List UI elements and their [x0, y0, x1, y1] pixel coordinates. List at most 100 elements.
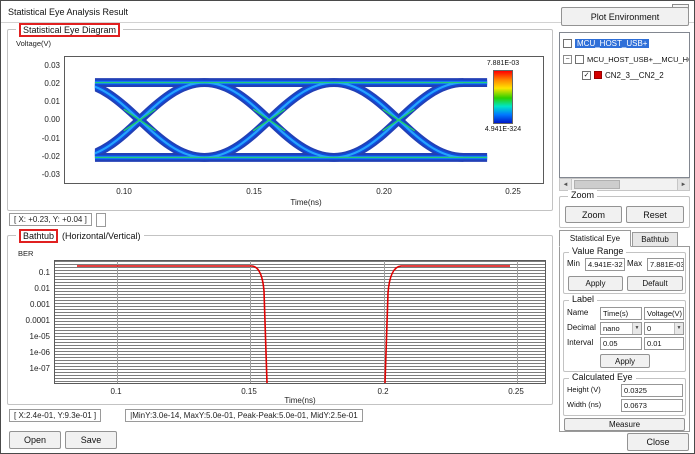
- min-value-field[interactable]: 4.941E-32: [585, 258, 625, 271]
- max-value-field[interactable]: 7.881E-03: [647, 258, 684, 271]
- dropdown-glyph: ▼: [676, 325, 682, 331]
- tree-item-label[interactable]: MCU_HOST_USB+: [575, 38, 650, 48]
- eye-y-tick: -0.02: [41, 152, 60, 161]
- colorbar-max-label: 7.881E-03: [486, 60, 520, 67]
- bathtub-y-tick: 1e-07: [29, 364, 50, 373]
- bathtub-y-tick: 0.001: [29, 300, 50, 309]
- bathtub-x-tick: 0.25: [508, 387, 524, 396]
- tree-item-cn2-3-cn2-2[interactable]: ✓ CN2_3__CN2_2: [560, 67, 689, 83]
- bathtub-label-annotation: Bathtub: [19, 229, 59, 243]
- eye-status-spacer: [95, 213, 106, 227]
- bathtub-group: Bathtub (Horizontal/Vertical) BER 0.1 0.…: [7, 229, 553, 405]
- bathtub-plot-canvas[interactable]: [54, 260, 546, 384]
- bathtub-y-tick: 1e-05: [29, 332, 50, 341]
- tree-checkbox-checked[interactable]: ✓: [582, 70, 591, 80]
- collapse-icon[interactable]: −: [563, 54, 572, 64]
- colorbar: 7.881E-03 4.941E-324: [469, 60, 537, 134]
- bathtub-y-tick: 1e-06: [29, 348, 50, 357]
- label-group: Label Name Time(s) Voltage(V) Decimal na…: [563, 294, 686, 372]
- label-group-label: Label: [569, 294, 598, 304]
- bathtub-curve-graphic: [77, 265, 510, 383]
- bathtub-group-label: Bathtub (Horizontal/Vertical): [16, 229, 144, 243]
- bathtub-cursor-status: [ X:2.4e-01, Y:9.3e-01 ]: [9, 409, 102, 422]
- bathtub-y-tick: 0.1: [38, 268, 50, 277]
- check-glyph: ✓: [583, 71, 590, 79]
- eye-cursor-status: [ X: +0.23, Y: +0.04 ]: [9, 213, 92, 226]
- decimal-y-dropdown[interactable]: 0 ▼: [644, 322, 684, 335]
- bathtub-status-row: [ X:2.4e-01, Y:9.3e-01 ] |MinY:3.0e-14, …: [9, 409, 363, 422]
- calculated-eye-group: Calculated Eye Height (V) 0.0325 Width (…: [563, 372, 686, 416]
- bathtub-stats-status: |MinY:3.0e-14, MaxY:5.0e-01, Peak-Peak:5…: [125, 409, 363, 422]
- open-button[interactable]: Open: [9, 431, 61, 449]
- tree-item-label[interactable]: MCU_HOST_USB+__MCU_HO: [587, 55, 689, 64]
- scroll-right-icon[interactable]: ►: [677, 179, 689, 190]
- dropdown-arrow-icon[interactable]: ▼: [674, 323, 683, 334]
- statistical-eye-analysis-dialog: Statistical Eye Analysis Result ✕ Statis…: [0, 0, 695, 454]
- statistical-eye-tab-panel: Value Range Min 4.941E-32 Max 7.881E-03 …: [559, 246, 690, 432]
- name-label: Name: [567, 308, 589, 317]
- save-button[interactable]: Save: [65, 431, 117, 449]
- zoom-group-label: Zoom: [568, 190, 598, 200]
- value-range-default-button[interactable]: Default: [627, 276, 683, 291]
- scrollbar-track[interactable]: [572, 179, 677, 190]
- bathtub-x-axis-label: Time(ns): [284, 396, 316, 405]
- close-button[interactable]: Close: [627, 433, 689, 451]
- tree-item-mcu-host-usb[interactable]: MCU_HOST_USB+: [560, 35, 689, 51]
- interval-y-field[interactable]: 0.01: [644, 337, 684, 350]
- bathtub-y-tick: 0.01: [34, 284, 50, 293]
- zoom-group: Zoom Zoom Reset: [559, 190, 690, 228]
- bathtub-x-tick: 0.2: [377, 387, 389, 396]
- eye-status-row: [ X: +0.23, Y: +0.04 ]: [9, 213, 106, 227]
- decimal-label: Decimal: [567, 323, 596, 332]
- value-range-group: Value Range Min 4.941E-32 Max 7.881E-03 …: [563, 246, 686, 294]
- bathtub-x-tick: 0.15: [241, 387, 257, 396]
- eye-plot-canvas[interactable]: 7.881E-03 4.941E-324: [64, 56, 544, 184]
- decimal-x-dropdown[interactable]: nano ▼: [600, 322, 642, 335]
- eye-height-label: Height (V): [567, 385, 601, 394]
- eye-x-tick: 0.15: [246, 187, 262, 196]
- eye-diagram-group-label: Statistical Eye Diagram: [16, 23, 124, 37]
- eye-y-tick: 0.03: [44, 61, 60, 70]
- tab-bathtub[interactable]: Bathtub: [632, 232, 678, 247]
- label-apply-button[interactable]: Apply: [600, 354, 650, 368]
- value-range-apply-button[interactable]: Apply: [568, 276, 623, 291]
- name-y-field[interactable]: Voltage(V): [644, 307, 684, 320]
- eye-y-tick: 0.01: [44, 97, 60, 106]
- name-x-field[interactable]: Time(s): [600, 307, 642, 320]
- eye-y-tick: -0.01: [41, 134, 60, 143]
- interval-label: Interval: [567, 338, 594, 347]
- tree-checkbox[interactable]: [575, 54, 584, 64]
- eye-x-tick: 0.10: [116, 187, 132, 196]
- signal-tree: MCU_HOST_USB+ − MCU_HOST_USB+__MCU_HO ✓ …: [559, 32, 690, 178]
- eye-diagram-label-annotation: Statistical Eye Diagram: [19, 23, 121, 37]
- interval-x-field[interactable]: 0.05: [600, 337, 642, 350]
- tree-item-label[interactable]: CN2_3__CN2_2: [605, 71, 664, 80]
- eye-y-tick: 0.00: [44, 115, 60, 124]
- tree-checkbox[interactable]: [563, 38, 572, 48]
- scroll-left-glyph: ◄: [562, 181, 569, 188]
- dropdown-glyph: ▼: [634, 325, 640, 331]
- eye-y-tick: 0.02: [44, 79, 60, 88]
- eye-width-value: 0.0673: [621, 399, 683, 412]
- measure-button[interactable]: Measure: [564, 418, 685, 431]
- plot-environment-button[interactable]: Plot Environment: [561, 7, 689, 26]
- eye-x-tick: 0.20: [376, 187, 392, 196]
- eye-x-tick: 0.25: [505, 187, 521, 196]
- scrollbar-thumb[interactable]: [574, 180, 620, 189]
- bathtub-label-rest: (Horizontal/Vertical): [62, 231, 141, 241]
- eye-diagram-group: Statistical Eye Diagram Voltage(V) 0.03 …: [7, 23, 553, 211]
- colorbar-min-label: 4.941E-324: [484, 126, 522, 133]
- dropdown-arrow-icon[interactable]: ▼: [632, 323, 641, 334]
- eye-y-tick: -0.03: [41, 170, 60, 179]
- reset-button[interactable]: Reset: [626, 206, 684, 223]
- scroll-right-glyph: ►: [680, 181, 687, 188]
- tab-statistical-eye[interactable]: Statistical Eye: [559, 230, 631, 247]
- bathtub-y-tick: 0.0001: [25, 316, 50, 325]
- eye-x-axis-label: Time(ns): [290, 198, 322, 207]
- scroll-left-icon[interactable]: ◄: [560, 179, 572, 190]
- eye-width-label: Width (ns): [567, 400, 602, 409]
- tree-item-mcu-host-usb-pair[interactable]: − MCU_HOST_USB+__MCU_HO: [560, 51, 689, 67]
- zoom-button[interactable]: Zoom: [565, 206, 622, 223]
- window-title: Statistical Eye Analysis Result: [8, 6, 129, 17]
- max-label: Max: [627, 259, 643, 268]
